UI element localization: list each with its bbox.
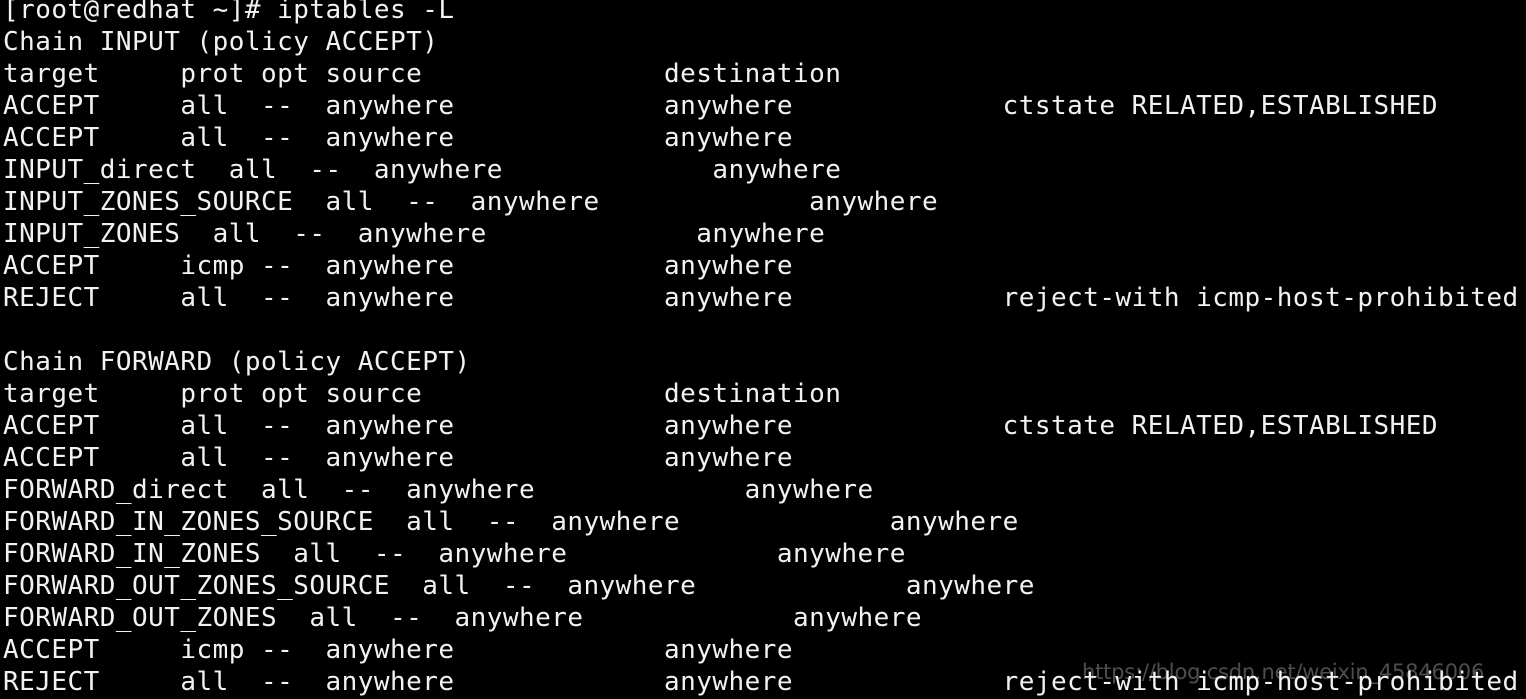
terminal-line: ACCEPT all -- anywhere anywhere xyxy=(3,443,987,473)
terminal-line: REJECT all -- anywhere anywhere reject-w… xyxy=(3,667,1519,697)
terminal-line: INPUT_ZONES all -- anywhere anywhere xyxy=(3,219,1003,249)
terminal-line: Chain INPUT (policy ACCEPT) xyxy=(3,27,439,57)
terminal-line: FORWARD_IN_ZONES all -- anywhere anywher… xyxy=(3,539,1003,569)
terminal-line: ACCEPT icmp -- anywhere anywhere xyxy=(3,251,987,281)
terminal-window[interactable]: [root@redhat ~]# iptables -L Chain INPUT … xyxy=(0,0,1526,699)
terminal-line: FORWARD_direct all -- anywhere anywhere xyxy=(3,475,1003,505)
terminal-line: Chain FORWARD (policy ACCEPT) xyxy=(3,347,471,377)
terminal-line: target prot opt source destination xyxy=(3,59,987,89)
terminal-line: REJECT all -- anywhere anywhere reject-w… xyxy=(3,283,1519,313)
terminal-line: ACCEPT all -- anywhere anywhere ctstate … xyxy=(3,411,1438,441)
terminal-line: FORWARD_OUT_ZONES_SOURCE all -- anywhere… xyxy=(3,571,1035,601)
terminal-line: ACCEPT all -- anywhere anywhere ctstate … xyxy=(3,91,1438,121)
terminal-line: INPUT_ZONES_SOURCE all -- anywhere anywh… xyxy=(3,187,1003,217)
terminal-prompt-line: [root@redhat ~]# iptables -L xyxy=(3,0,455,25)
terminal-line: INPUT_direct all -- anywhere anywhere xyxy=(3,155,1003,185)
terminal-line: FORWARD_IN_ZONES_SOURCE all -- anywhere … xyxy=(3,507,1019,537)
terminal-output-text: [root@redhat ~]# iptables -L Chain INPUT … xyxy=(3,0,1519,698)
terminal-line: FORWARD_OUT_ZONES all -- anywhere anywhe… xyxy=(3,603,1003,633)
terminal-line: target prot opt source destination xyxy=(3,379,987,409)
terminal-line: ACCEPT all -- anywhere anywhere xyxy=(3,123,987,153)
terminal-line: ACCEPT icmp -- anywhere anywhere xyxy=(3,635,987,665)
